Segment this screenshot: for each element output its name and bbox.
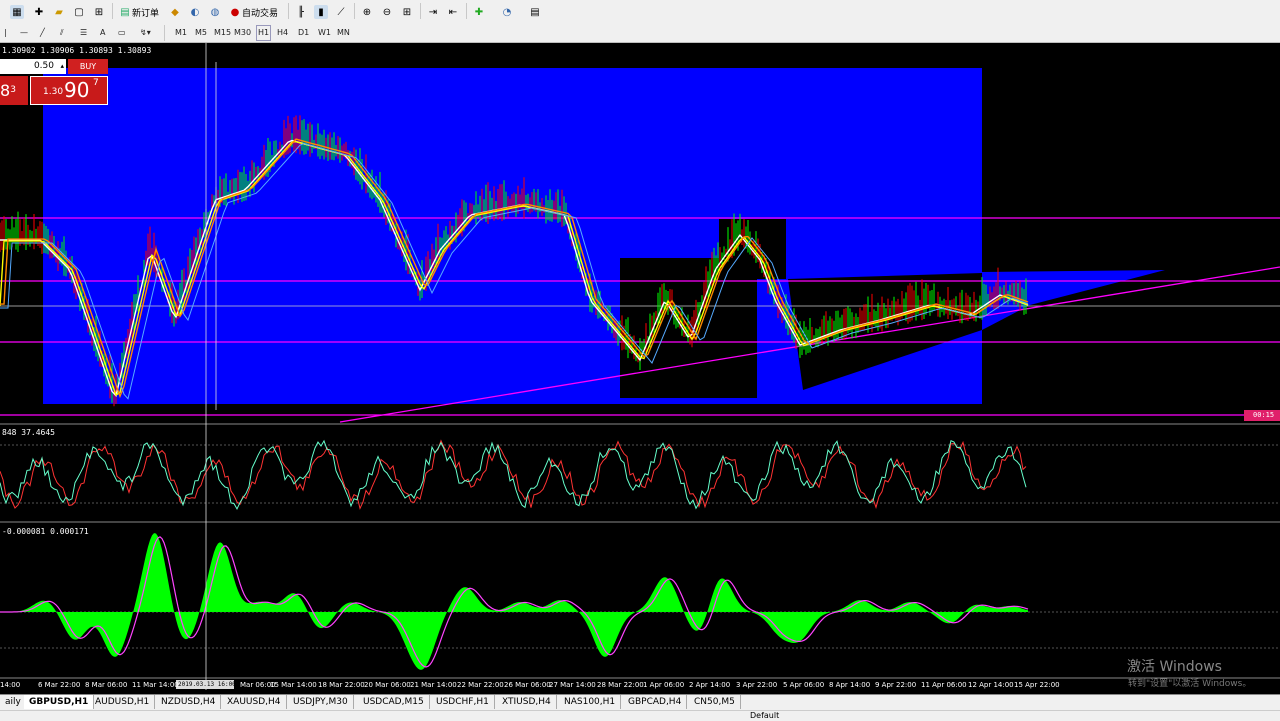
buy-price-sup: 7 — [93, 78, 99, 88]
time-axis-label: 22 Mar 22:00 — [457, 681, 504, 689]
candlestick-icon[interactable]: ▮ — [314, 3, 328, 21]
time-axis-label: 11 Apr 06:00 — [921, 681, 967, 689]
market-watch-icon[interactable]: ▢ — [72, 3, 86, 21]
terminal-icon[interactable]: ◐ — [188, 3, 202, 21]
line-chart-icon[interactable]: ⟋ — [334, 3, 348, 21]
sell-price-sup: 3 — [10, 85, 16, 95]
new-chart-icon[interactable]: ▦ — [10, 3, 24, 21]
indicators-icon[interactable]: ✚ — [472, 3, 486, 21]
tab-gbpcad-h4[interactable]: GBPCAD,H4 — [623, 695, 688, 709]
time-axis-label: 5 Apr 06:00 — [783, 681, 825, 689]
ohlc-info: 1.30902 1.30906 1.30893 1.30893 — [2, 46, 152, 55]
chart-shift-icon[interactable]: ⇥ — [426, 3, 440, 21]
profiles-icon[interactable]: ✚ — [32, 3, 46, 21]
time-axis-label: 1 Apr 06:00 — [643, 681, 685, 689]
time-axis-label: 21 Mar 14:00 — [410, 681, 457, 689]
text-icon[interactable]: A — [100, 26, 105, 40]
tab-nas100-h1[interactable]: NAS100,H1 — [559, 695, 622, 709]
time-axis-label: 26 Mar 06:00 — [504, 681, 551, 689]
navigator-icon[interactable]: ⊞ — [92, 3, 106, 21]
channel-icon[interactable]: ⫽ — [60, 26, 64, 40]
hline-icon[interactable]: — — [20, 26, 28, 40]
cursor-icon[interactable]: | — [4, 26, 7, 40]
tf-m30[interactable]: M30 — [234, 26, 251, 40]
arrows-icon[interactable]: ↯▾ — [140, 26, 151, 40]
folder-icon[interactable]: ▰ — [52, 3, 66, 21]
tab-usdcad-m15[interactable]: USDCAD,M15 — [358, 695, 430, 709]
label-icon[interactable]: ▭ — [118, 26, 126, 40]
time-axis-label: 3 Apr 22:00 — [736, 681, 778, 689]
chart-tabs: aily GBPUSD,H1 AUDUSD,H1 NZDUSD,H4 XAUUSD,H4… — [0, 694, 1280, 710]
tf-m5[interactable]: M5 — [195, 26, 207, 40]
new-order-button[interactable]: ▤ 新订单 — [118, 3, 159, 21]
auto-trading-icon: ● — [230, 6, 240, 18]
tf-h4[interactable]: H4 — [277, 26, 288, 40]
tab-usdjpy-m30[interactable]: USDJPY,M30 — [288, 695, 354, 709]
auto-trading-label: 自动交易 — [242, 8, 279, 19]
templates-icon[interactable]: ▤ — [528, 3, 542, 21]
zoom-in-icon[interactable]: ⊕ — [360, 3, 374, 21]
main-toolbar: ▦ ✚ ▰ ▢ ⊞ ▤ 新订单 ◆ ◐ ◍ ● 自动交易 ╟ ▮ ⟋ ⊕ ⊖ ⊞ ⇥… — [0, 0, 1280, 25]
tf-h1[interactable]: H1 — [255, 25, 272, 41]
tf-mn[interactable]: MN — [337, 26, 350, 40]
tf-w1[interactable]: W1 — [318, 26, 331, 40]
time-axis-label: 15 Apr 22:00 — [1014, 681, 1060, 689]
tile-windows-icon[interactable]: ⊞ — [400, 3, 414, 21]
fibonacci-icon[interactable]: ☰ — [80, 26, 87, 40]
time-axis-label: 18 Mar 22:00 — [318, 681, 365, 689]
osc2-values: -0.000081 0.000171 — [2, 527, 89, 536]
osc1-values: 848 37.4645 — [2, 428, 55, 437]
buy-price-prefix: 1.30 — [43, 87, 64, 97]
tab-usdchf-h1[interactable]: USDCHF,H1 — [431, 695, 495, 709]
time-axis-label: 14:00 — [0, 681, 21, 689]
tf-d1[interactable]: D1 — [298, 26, 309, 40]
time-axis-label: 20 Mar 06:00 — [364, 681, 411, 689]
tab-xauusd-h4[interactable]: XAUUSD,H4 — [222, 695, 287, 709]
status-bar: Default — [0, 710, 1280, 721]
lot-stepper-icon[interactable]: ▴ — [60, 59, 64, 74]
zoom-out-icon[interactable]: ⊖ — [380, 3, 394, 21]
periods-icon[interactable]: ◔ — [500, 3, 514, 21]
tab-xtiusd-h4[interactable]: XTIUSD,H4 — [497, 695, 557, 709]
tab-gbpusd-h1[interactable]: GBPUSD,H1 — [24, 695, 95, 709]
time-axis-label: 15 Mar 14:00 — [270, 681, 317, 689]
time-axis-label: 11 Mar 14:00 — [132, 681, 179, 689]
one-click-trading-panel: 0.50 ▴ BUY 83 1.30 90 7 — [0, 59, 108, 105]
buy-price-button[interactable]: 1.30 90 7 — [30, 76, 108, 105]
lot-size-field[interactable]: 0.50 ▴ — [0, 59, 66, 74]
sell-price-button[interactable]: 83 — [0, 76, 28, 105]
tf-m15[interactable]: M15 — [214, 26, 231, 40]
price-tag: 00:15 — [1253, 411, 1275, 419]
time-axis-label: 9 Apr 22:00 — [875, 681, 917, 689]
trendline-icon[interactable]: ╱ — [40, 26, 45, 40]
tab-aily[interactable]: aily — [0, 695, 27, 709]
buy-button[interactable]: BUY — [68, 59, 108, 74]
time-axis-label: 12 Apr 14:00 — [968, 681, 1014, 689]
time-axis-label: 8 Apr 14:00 — [829, 681, 871, 689]
price-chart[interactable] — [0, 43, 1280, 694]
activation-watermark-subtitle: 转到"设置"以激活 Windows。 — [1128, 679, 1252, 689]
time-axis-label: 27 Mar 14:00 — [549, 681, 596, 689]
activation-watermark-title: 激活 Windows — [1127, 659, 1222, 675]
time-axis-label: 28 Mar 22:00 — [597, 681, 644, 689]
new-order-icon: ▤ — [120, 6, 130, 18]
tf-m1[interactable]: M1 — [175, 26, 187, 40]
time-axis-label: 6 Mar 22:00 — [38, 681, 81, 689]
tester-icon[interactable]: ◍ — [208, 3, 222, 21]
autoscroll-icon[interactable]: ⇤ — [446, 3, 460, 21]
tab-nzdusd-h4[interactable]: NZDUSD,H4 — [156, 695, 222, 709]
bar-chart-icon[interactable]: ╟ — [294, 3, 308, 21]
crosshair-date: 2019.03.13 16:00 — [178, 681, 236, 688]
drawing-toolbar: | — ╱ ⫽ ☰ A ▭ ↯▾ M1 M5 M15 M30 H1 H4 D1 … — [0, 24, 1280, 43]
tab-cn50-m5[interactable]: CN50,M5 — [689, 695, 741, 709]
tab-audusd-h1[interactable]: AUDUSD,H1 — [90, 695, 156, 709]
buy-price-big: 90 — [64, 78, 90, 102]
lot-size-value: 0.50 — [33, 61, 54, 71]
metaeditor-icon[interactable]: ◆ — [168, 3, 182, 21]
sell-price-digits: 8 — [0, 81, 11, 100]
auto-trading-button[interactable]: ● 自动交易 — [228, 3, 278, 21]
time-axis-label: 2 Apr 14:00 — [689, 681, 731, 689]
new-order-label: 新订单 — [132, 8, 160, 19]
time-axis-label: 8 Mar 06:00 — [85, 681, 128, 689]
